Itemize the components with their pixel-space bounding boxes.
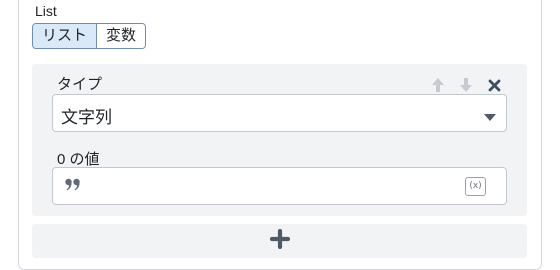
plus-icon bbox=[269, 228, 290, 254]
quote-icon bbox=[65, 178, 81, 197]
arrow-up-icon[interactable] bbox=[429, 76, 447, 94]
mode-list-button[interactable]: リスト bbox=[33, 24, 97, 48]
arrow-down-icon[interactable] bbox=[457, 76, 475, 94]
variable-icon[interactable]: (x) bbox=[465, 177, 486, 196]
type-select-value: 文字列 bbox=[61, 108, 112, 127]
caret-down-icon bbox=[484, 109, 496, 127]
list-item-card: タイプ 文字列 0 の値 (x) bbox=[32, 64, 527, 216]
close-icon[interactable] bbox=[485, 76, 503, 94]
add-item-button[interactable] bbox=[32, 224, 527, 258]
item-actions bbox=[429, 76, 503, 94]
type-select[interactable]: 文字列 bbox=[52, 94, 507, 132]
list-field-label: List bbox=[35, 3, 57, 19]
mode-variable-button[interactable]: 変数 bbox=[96, 24, 146, 48]
type-label: タイプ bbox=[57, 76, 103, 93]
list-mode-toggle: リスト 変数 bbox=[32, 23, 147, 49]
value-input[interactable]: (x) bbox=[52, 167, 507, 205]
value-label: 0 の値 bbox=[57, 151, 100, 168]
